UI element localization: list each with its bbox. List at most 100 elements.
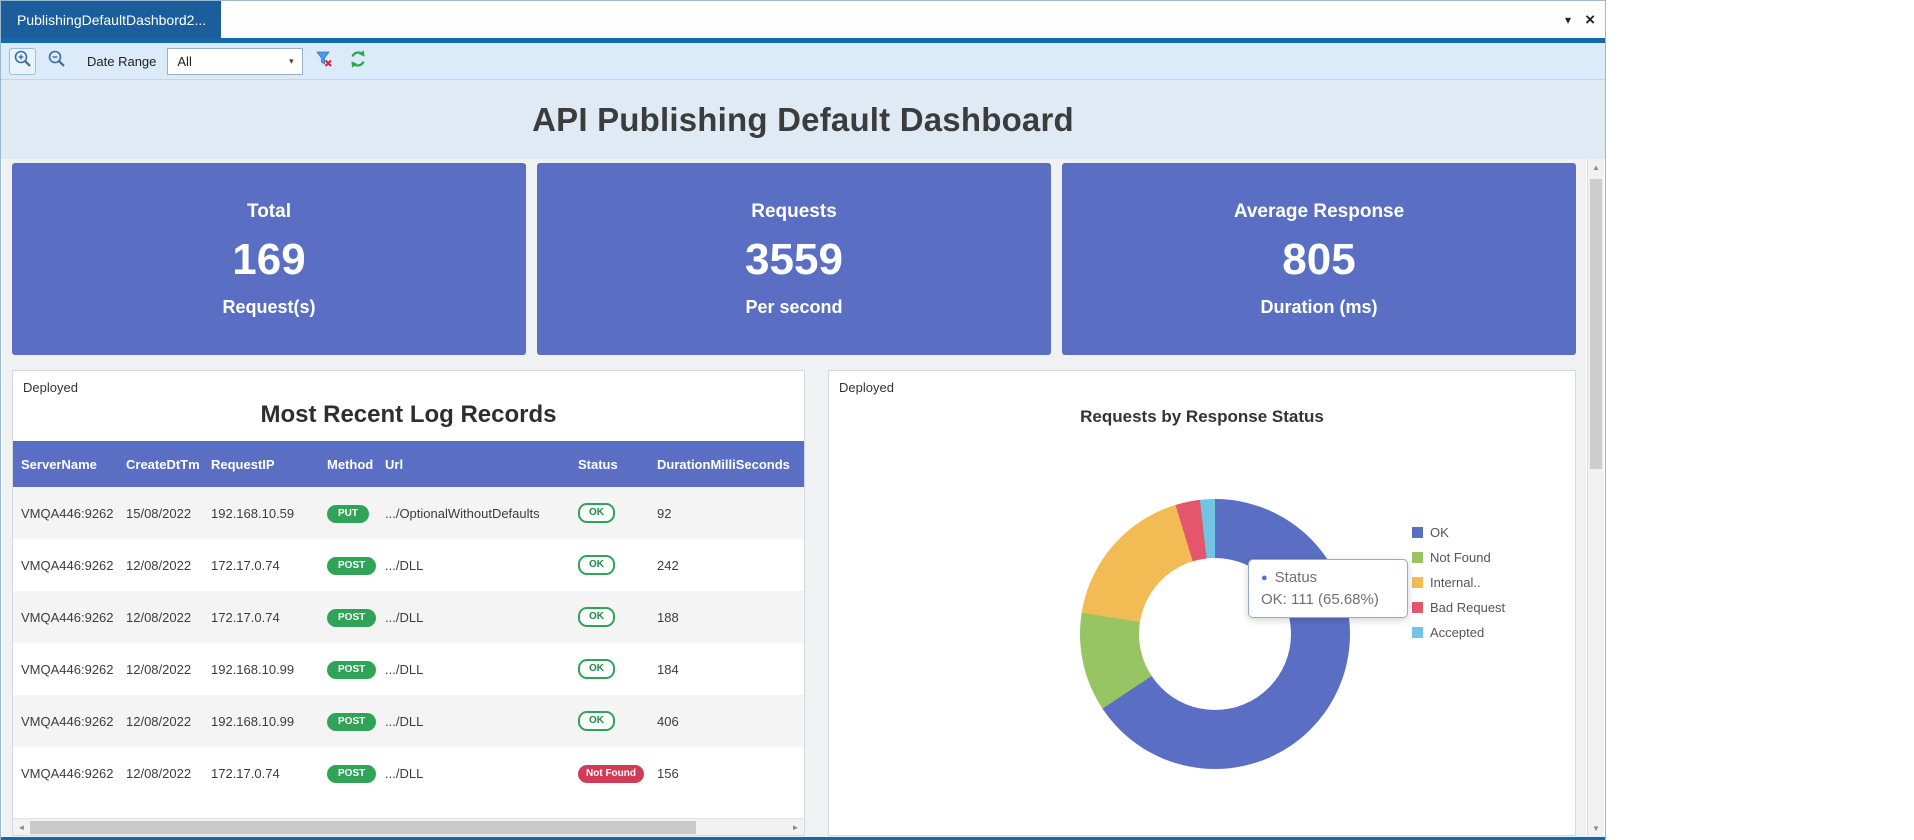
- panels-row: Deployed Most Recent Log Records ServerN…: [12, 370, 1576, 836]
- method-badge: POST: [327, 713, 376, 731]
- kpi-row: Total 169 Request(s) Requests 3559 Per s…: [12, 163, 1576, 355]
- clear-filter-icon: [314, 49, 334, 74]
- scroll-left-icon[interactable]: ◄: [13, 823, 30, 832]
- legend-swatch: [1412, 627, 1423, 638]
- legend-label: Bad Request: [1430, 600, 1505, 615]
- table-row[interactable]: VMQA446:926212/08/2022172.17.0.74POST...…: [13, 747, 804, 799]
- server-cell: VMQA446:9262: [13, 539, 118, 591]
- ip-cell: 192.168.10.99: [203, 643, 319, 695]
- deployed-label: Deployed: [829, 371, 1575, 397]
- date-cell: 12/08/2022: [118, 695, 203, 747]
- zoom-in-icon: [13, 49, 33, 74]
- status-badge: OK: [578, 555, 615, 575]
- scroll-right-icon[interactable]: ►: [787, 823, 804, 832]
- zoom-out-icon: [47, 49, 67, 74]
- method-cell: PUT: [319, 487, 377, 539]
- table-row[interactable]: VMQA446:926212/08/2022172.17.0.74POST...…: [13, 539, 804, 591]
- horizontal-scrollbar[interactable]: ◄ ►: [13, 818, 804, 835]
- vertical-scroll-thumb[interactable]: [1590, 179, 1602, 469]
- donut-chart[interactable]: [1080, 499, 1350, 769]
- column-header[interactable]: Status: [570, 441, 649, 487]
- zoom-out-button[interactable]: [43, 48, 70, 75]
- window-controls: ▾ ×: [1565, 1, 1595, 38]
- vertical-scrollbar[interactable]: ▲ ▼: [1587, 159, 1604, 837]
- column-header[interactable]: DurationMilliSeconds: [649, 441, 804, 487]
- column-header[interactable]: RequestIP: [203, 441, 319, 487]
- ip-cell: 192.168.10.99: [203, 695, 319, 747]
- scroll-up-icon[interactable]: ▲: [1588, 159, 1604, 176]
- log-panel-title: Most Recent Log Records: [13, 401, 804, 429]
- series-bullet-icon: ●: [1261, 572, 1268, 584]
- date-cell: 12/08/2022: [118, 591, 203, 643]
- legend-item[interactable]: Accepted: [1412, 625, 1505, 640]
- method-badge: POST: [327, 557, 376, 575]
- status-cell: OK: [570, 591, 649, 643]
- url-cell: .../DLL: [377, 747, 570, 799]
- date-range-select[interactable]: All ▾: [167, 48, 303, 75]
- legend-swatch: [1412, 602, 1423, 613]
- ip-cell: 172.17.0.74: [203, 747, 319, 799]
- legend-label: Internal..: [1430, 575, 1481, 590]
- legend-swatch: [1412, 527, 1423, 538]
- legend-label: Not Found: [1430, 550, 1491, 565]
- app-window: PublishingDefaultDashbord2... ▾ ×: [0, 0, 1606, 840]
- window-close-button[interactable]: ×: [1585, 11, 1595, 28]
- server-cell: VMQA446:9262: [13, 643, 118, 695]
- table-row[interactable]: VMQA446:926212/08/2022192.168.10.99POST.…: [13, 695, 804, 747]
- server-cell: VMQA446:9262: [13, 747, 118, 799]
- status-cell: OK: [570, 539, 649, 591]
- legend-label: OK: [1430, 525, 1449, 540]
- kpi-sublabel: Duration (ms): [1261, 297, 1378, 318]
- table-row[interactable]: VMQA446:926212/08/2022172.17.0.74POST...…: [13, 591, 804, 643]
- date-cell: 12/08/2022: [118, 643, 203, 695]
- horizontal-scroll-thumb[interactable]: [30, 821, 696, 834]
- ip-cell: 172.17.0.74: [203, 591, 319, 643]
- date-cell: 12/08/2022: [118, 539, 203, 591]
- date-range-label: Date Range: [87, 54, 156, 69]
- refresh-button[interactable]: [344, 48, 371, 75]
- response-status-panel: Deployed Requests by Response Status OKN…: [828, 370, 1576, 836]
- server-cell: VMQA446:9262: [13, 591, 118, 643]
- tab-publishing-dashboard[interactable]: PublishingDefaultDashbord2...: [1, 1, 221, 38]
- tooltip-series-label: Status: [1275, 569, 1318, 586]
- duration-cell: 406: [649, 695, 804, 747]
- zoom-in-button[interactable]: [9, 48, 36, 75]
- table-row[interactable]: VMQA446:926215/08/2022192.168.10.59PUT..…: [13, 487, 804, 539]
- column-header[interactable]: ServerName: [13, 441, 118, 487]
- chevron-down-icon[interactable]: ▾: [280, 49, 302, 74]
- scroll-down-icon[interactable]: ▼: [1588, 820, 1604, 837]
- log-table-body: VMQA446:926215/08/2022192.168.10.59PUT..…: [13, 487, 804, 799]
- legend-swatch: [1412, 577, 1423, 588]
- legend-label: Accepted: [1430, 625, 1484, 640]
- column-header[interactable]: CreateDtTm: [118, 441, 203, 487]
- duration-cell: 184: [649, 643, 804, 695]
- date-range-value: All: [177, 54, 191, 69]
- table-row[interactable]: VMQA446:926212/08/2022192.168.10.99 POST.…: [13, 643, 804, 695]
- method-cell: POST: [319, 695, 377, 747]
- legend-item[interactable]: Internal..: [1412, 575, 1505, 590]
- clear-filter-button[interactable]: [310, 48, 337, 75]
- horizontal-scroll-track[interactable]: [30, 821, 787, 834]
- kpi-label: Requests: [751, 201, 837, 223]
- status-cell: OK: [570, 695, 649, 747]
- column-header[interactable]: Url: [377, 441, 570, 487]
- chart-tooltip: ● Status OK: 111 (65.68%): [1248, 559, 1408, 618]
- dashboard-header: API Publishing Default Dashboard: [1, 80, 1605, 159]
- method-badge: POST: [327, 661, 376, 679]
- log-table: ServerNameCreateDtTmRequestIPMethodUrlSt…: [13, 441, 804, 799]
- window-menu-button[interactable]: ▾: [1565, 14, 1571, 26]
- kpi-value: 169: [232, 238, 305, 282]
- legend-item[interactable]: OK: [1412, 525, 1505, 540]
- tab-title: PublishingDefaultDashbord2...: [17, 12, 206, 28]
- legend-item[interactable]: Not Found: [1412, 550, 1505, 565]
- dashboard-content: Total 169 Request(s) Requests 3559 Per s…: [2, 159, 1586, 837]
- url-cell: .../OptionalWithoutDefaults: [377, 487, 570, 539]
- status-badge: OK: [578, 607, 615, 627]
- legend-item[interactable]: Bad Request: [1412, 600, 1505, 615]
- ip-cell: 192.168.10.59: [203, 487, 319, 539]
- url-cell: .../DLL: [377, 643, 570, 695]
- column-header[interactable]: Method: [319, 441, 377, 487]
- log-table-clip: ServerNameCreateDtTmRequestIPMethodUrlSt…: [13, 441, 804, 799]
- method-cell: POST: [319, 747, 377, 799]
- document-tabstrip: PublishingDefaultDashbord2... ▾ ×: [1, 1, 1605, 38]
